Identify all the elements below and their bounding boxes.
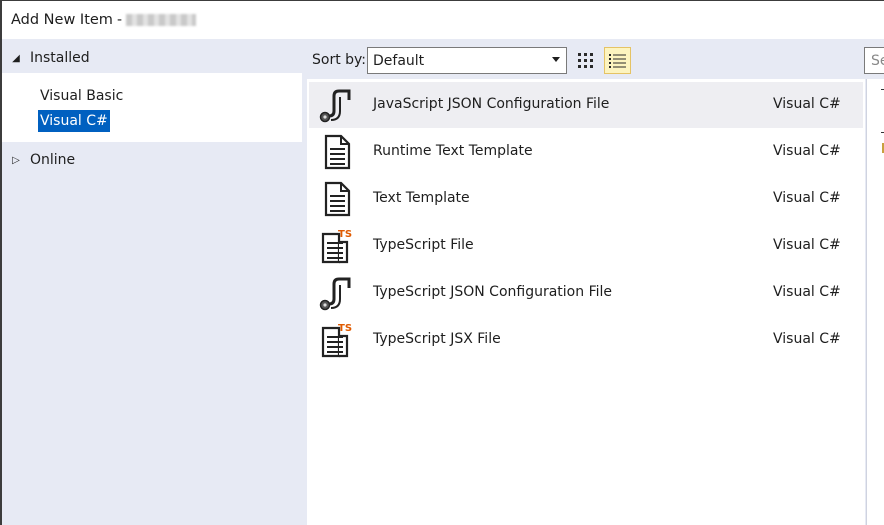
template-name: JavaScript JSON Configuration File — [373, 96, 610, 112]
template-language: Visual C# — [773, 143, 841, 159]
search-input[interactable]: Se — [864, 47, 884, 74]
window-title: Add New Item — [11, 12, 113, 28]
svg-text:TS: TS — [338, 323, 352, 334]
text-template-icon — [324, 134, 351, 170]
template-name: Runtime Text Template — [373, 143, 533, 159]
template-language: Visual C# — [773, 190, 841, 206]
template-name: Text Template — [373, 190, 470, 206]
template-item-typescript-file[interactable]: TS TypeScript File Visual C# — [309, 223, 863, 269]
tree-node-online[interactable]: ▷ Online — [2, 143, 302, 177]
grid-view-icon — [578, 53, 593, 68]
tree-node-label: Installed — [30, 50, 90, 66]
template-language: Visual C# — [773, 96, 841, 112]
sort-by-label: Sort by: — [312, 52, 367, 68]
tree-node-installed[interactable]: ◢ Installed — [2, 41, 302, 75]
typescript-file-icon: TS — [321, 229, 352, 264]
typescript-file-icon: TS — [321, 323, 352, 358]
tree-node-label: Online — [30, 152, 76, 168]
grid-view-button[interactable] — [572, 47, 599, 74]
svg-text:TS: TS — [338, 229, 352, 240]
template-language: Visual C# — [773, 331, 841, 347]
template-item-typescript-jsx-file[interactable]: TS TypeScript JSX File Visual C# — [309, 317, 863, 363]
template-name: TypeScript File — [373, 237, 474, 253]
json-config-icon — [319, 89, 351, 123]
expanded-arrow-icon[interactable]: ◢ — [6, 53, 26, 64]
list-view-icon — [609, 54, 626, 68]
template-list: JavaScript JSON Configuration File Visua… — [307, 79, 865, 525]
chevron-down-icon — [552, 57, 560, 62]
title-separator: - — [116, 12, 122, 28]
tree-item-visual-basic[interactable]: Visual Basic — [38, 85, 125, 107]
text-template-icon — [324, 181, 351, 217]
template-item-javascript-json-config[interactable]: JavaScript JSON Configuration File Visua… — [309, 82, 863, 128]
template-item-text-template[interactable]: Text Template Visual C# — [309, 176, 863, 222]
sort-by-dropdown[interactable]: Default — [367, 47, 567, 74]
json-config-icon — [319, 277, 351, 311]
tree-item-visual-csharp[interactable]: Visual C# — [38, 110, 110, 132]
search-placeholder: Se — [871, 52, 884, 69]
collapsed-arrow-icon[interactable]: ▷ — [6, 155, 26, 166]
sort-by-value: Default — [373, 52, 425, 69]
template-item-runtime-text-template[interactable]: Runtime Text Template Visual C# — [309, 129, 863, 175]
template-language: Visual C# — [773, 237, 841, 253]
list-view-button[interactable] — [604, 47, 631, 74]
tree-item-label: Visual Basic — [40, 88, 124, 104]
template-name: TypeScript JSON Configuration File — [373, 284, 612, 300]
title-bar: Add New Item - — [2, 1, 884, 39]
tree-item-label: Visual C# — [40, 113, 108, 129]
template-tree: ◢ Installed Visual Basic Visual C# ▷ Onl… — [2, 39, 302, 525]
template-item-typescript-json-config[interactable]: TypeScript JSON Configuration File Visua… — [309, 270, 863, 316]
details-panel — [866, 79, 884, 525]
installed-children: Visual Basic Visual C# — [2, 73, 302, 142]
template-language: Visual C# — [773, 284, 841, 300]
template-name: TypeScript JSX File — [373, 331, 501, 347]
redacted-project-name — [126, 14, 196, 26]
toolbar: Sort by: Default — [306, 45, 866, 77]
